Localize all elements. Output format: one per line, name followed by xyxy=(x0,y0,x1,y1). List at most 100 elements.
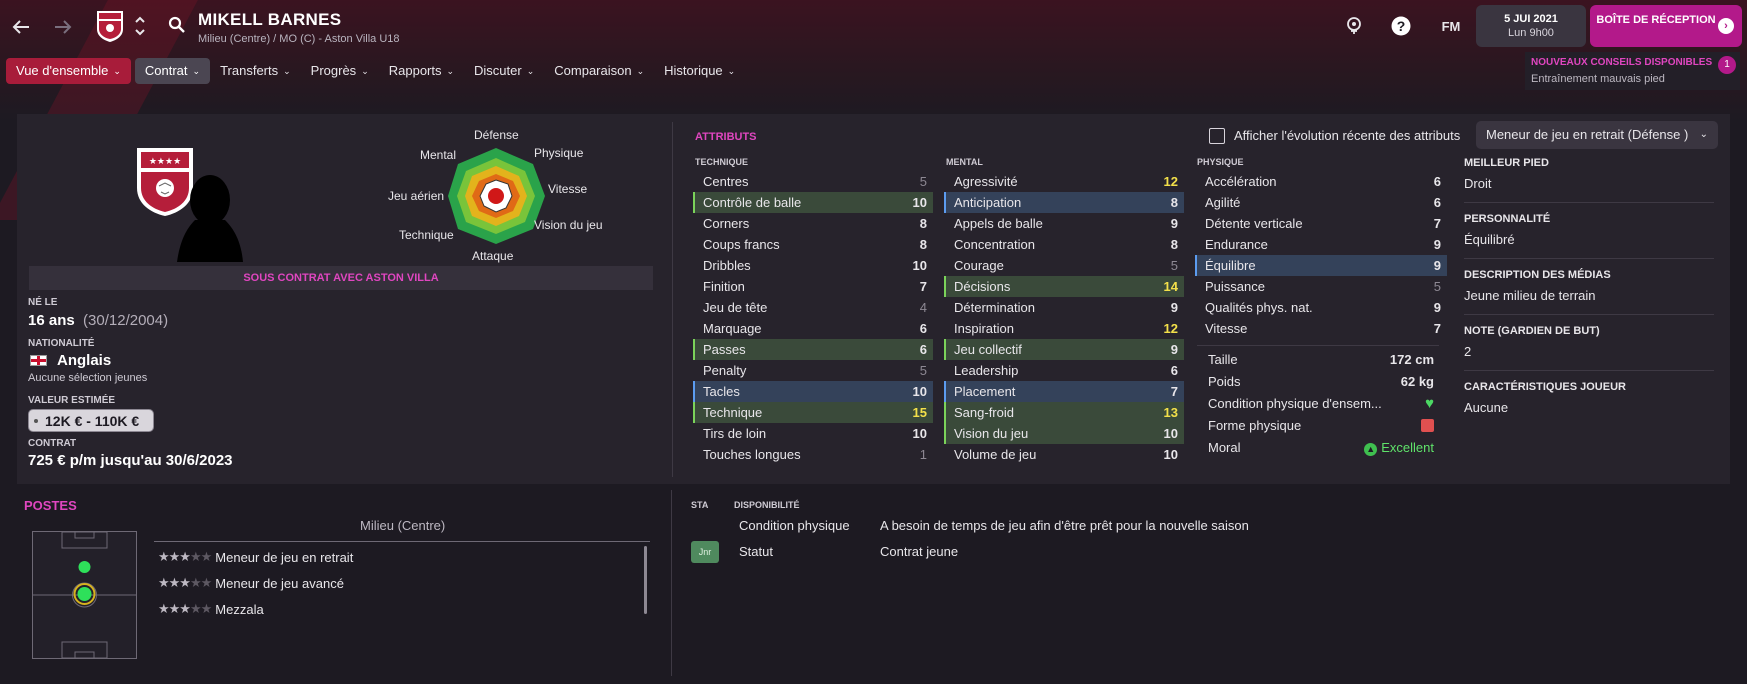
attr-row[interactable]: Coups francs 8 xyxy=(693,234,933,255)
current-time: Lun 9h00 xyxy=(1508,27,1554,39)
tab-historique[interactable]: Historique ⌄ xyxy=(654,58,745,84)
attr-row[interactable]: Centres 5 xyxy=(693,171,933,192)
attr-value: 6 xyxy=(919,321,927,336)
divider xyxy=(154,541,650,542)
club-switch-chevrons-icon[interactable] xyxy=(131,12,149,40)
ball-trophy-icon[interactable] xyxy=(1343,15,1365,37)
attr-row[interactable]: Leadership 6 xyxy=(944,360,1184,381)
help-icon[interactable]: ? xyxy=(1390,15,1412,37)
attr-row[interactable]: Jeu collectif 9 xyxy=(944,339,1184,360)
tab-discuter[interactable]: Discuter ⌄ xyxy=(464,58,544,84)
attr-row[interactable]: Jeu de tête 4 xyxy=(693,297,933,318)
attr-row[interactable]: Technique 15 xyxy=(693,402,933,423)
attr-value: 9 xyxy=(1170,300,1178,315)
attr-row[interactable]: Volume de jeu 10 xyxy=(944,444,1184,465)
form-label: Forme physique xyxy=(1208,418,1302,433)
role-select[interactable]: Meneur de jeu en retrait (Défense ) ⌄ xyxy=(1476,121,1718,149)
attr-row[interactable]: Décisions 14 xyxy=(944,276,1184,297)
back-arrow-icon[interactable] xyxy=(8,14,34,40)
attr-row[interactable]: Accélération 6 xyxy=(1195,171,1447,192)
estimated-value[interactable]: 12K € - 110K € xyxy=(28,409,155,432)
attr-row[interactable]: Sang-froid 13 xyxy=(944,402,1184,423)
attr-row[interactable]: Tacles 10 xyxy=(693,381,933,402)
advice-notification[interactable]: NOUVEAUX CONSEILS DISPONIBLES Entraîneme… xyxy=(1525,52,1740,90)
attr-value: 7 xyxy=(1433,216,1441,231)
form-indicator-icon xyxy=(1421,419,1434,432)
attr-row[interactable]: Équilibre 9 xyxy=(1195,255,1447,276)
club-crest-icon[interactable] xyxy=(94,8,126,44)
role-row[interactable]: ★★★★★ Meneur de jeu avancé xyxy=(158,575,344,591)
attr-row[interactable]: Vitesse 7 xyxy=(1195,318,1447,339)
tab-vue-d-ensemble[interactable]: Vue d'ensemble ⌄ xyxy=(6,58,131,84)
evolution-checkbox[interactable] xyxy=(1209,128,1225,144)
search-icon[interactable] xyxy=(166,14,188,36)
attr-name: Contrôle de balle xyxy=(703,195,802,210)
attr-row[interactable]: Agressivité 12 xyxy=(944,171,1184,192)
contract-label: CONTRAT xyxy=(28,438,77,449)
best-foot-value: Droit xyxy=(1464,176,1492,191)
attr-row[interactable]: Agilité 6 xyxy=(1195,192,1447,213)
attr-value: 8 xyxy=(1170,237,1178,252)
attr-row[interactable]: Appels de balle 9 xyxy=(944,213,1184,234)
traits-value: Aucune xyxy=(1464,400,1509,415)
star-rating-icon: ★★★★★ xyxy=(158,575,212,590)
attr-row[interactable]: Finition 7 xyxy=(693,276,933,297)
condition-row[interactable]: Condition physique d'ensem... ♥ xyxy=(1198,393,1440,415)
forward-arrow-icon[interactable] xyxy=(50,14,76,40)
evolution-toggle-label[interactable]: Afficher l'évolution récente des attribu… xyxy=(1234,128,1460,143)
attr-name: Inspiration xyxy=(954,321,1014,336)
tab-label: Transferts xyxy=(220,63,279,78)
attr-row[interactable]: Endurance 9 xyxy=(1195,234,1447,255)
roles-scrollbar[interactable] xyxy=(644,546,647,614)
chevron-down-icon: ⌄ xyxy=(526,66,535,76)
attr-name: Tacles xyxy=(703,384,740,399)
tab-transferts[interactable]: Transferts ⌄ xyxy=(210,58,301,84)
role-row[interactable]: ★★★★★ Meneur de jeu en retrait xyxy=(158,549,353,565)
fm-menu-button[interactable]: FM xyxy=(1436,15,1466,37)
availability-header: DISPONIBILITÉ xyxy=(734,500,800,510)
attr-name: Dribbles xyxy=(703,258,751,273)
role-row[interactable]: ★★★★★ Mezzala xyxy=(158,601,264,617)
attr-name: Jeu de tête xyxy=(703,300,768,315)
attr-value: 1 xyxy=(919,447,927,462)
attr-row[interactable]: Concentration 8 xyxy=(944,234,1184,255)
attr-row[interactable]: Vision du jeu 10 xyxy=(944,423,1184,444)
morale-row[interactable]: Moral ▲ Excellent xyxy=(1198,437,1440,459)
radar-label-vision: Vision du jeu xyxy=(534,218,603,232)
attr-row[interactable]: Placement 7 xyxy=(944,381,1184,402)
attr-row[interactable]: Qualités phys. nat. 9 xyxy=(1195,297,1447,318)
attr-value: 10 xyxy=(1163,426,1178,441)
attr-row[interactable]: Contrôle de balle 10 xyxy=(693,192,933,213)
attr-row[interactable]: Corners 8 xyxy=(693,213,933,234)
tab-comparaison[interactable]: Comparaison ⌄ xyxy=(544,58,654,84)
attr-row[interactable]: Dribbles 10 xyxy=(693,255,933,276)
morale-label: Moral xyxy=(1208,440,1241,455)
attr-value: 9 xyxy=(1170,216,1178,231)
attr-row[interactable]: Détermination 9 xyxy=(944,297,1184,318)
tab-progres[interactable]: Progrès ⌄ xyxy=(301,58,379,84)
date-continue-box[interactable]: 5 JUI 2021 Lun 9h00 xyxy=(1476,5,1586,47)
attr-row[interactable]: Tirs de loin 10 xyxy=(693,423,933,444)
attr-name: Agilité xyxy=(1205,195,1241,210)
inbox-button[interactable]: BOÎTE DE RÉCEPTION › xyxy=(1590,5,1742,47)
attr-row[interactable]: Passes 6 xyxy=(693,339,933,360)
tab-rapports[interactable]: Rapports ⌄ xyxy=(379,58,464,84)
attr-name: Jeu collectif xyxy=(954,342,1022,357)
attr-value: 9 xyxy=(1433,300,1441,315)
tab-label: Vue d'ensemble xyxy=(16,63,109,78)
mental-list: Agressivité 12 Anticipation 8 Appels de ba… xyxy=(944,171,1184,465)
chevron-down-icon: ⌄ xyxy=(446,66,455,76)
form-row[interactable]: Forme physique xyxy=(1198,415,1440,437)
attr-row[interactable]: Détente verticale 7 xyxy=(1195,213,1447,234)
attr-row[interactable]: Touches longues 1 xyxy=(693,444,933,465)
position-pitch xyxy=(32,531,137,659)
radar-label-mental: Mental xyxy=(420,148,457,162)
tab-contrat[interactable]: Contrat ⌄ xyxy=(134,58,211,84)
attr-row[interactable]: Penalty 5 xyxy=(693,360,933,381)
attr-row[interactable]: Courage 5 xyxy=(944,255,1184,276)
attr-row[interactable]: Puissance 5 xyxy=(1195,276,1447,297)
attr-row[interactable]: Inspiration 12 xyxy=(944,318,1184,339)
attributes-title: ATTRIBUTS xyxy=(695,131,757,143)
attr-row[interactable]: Marquage 6 xyxy=(693,318,933,339)
attr-row[interactable]: Anticipation 8 xyxy=(944,192,1184,213)
